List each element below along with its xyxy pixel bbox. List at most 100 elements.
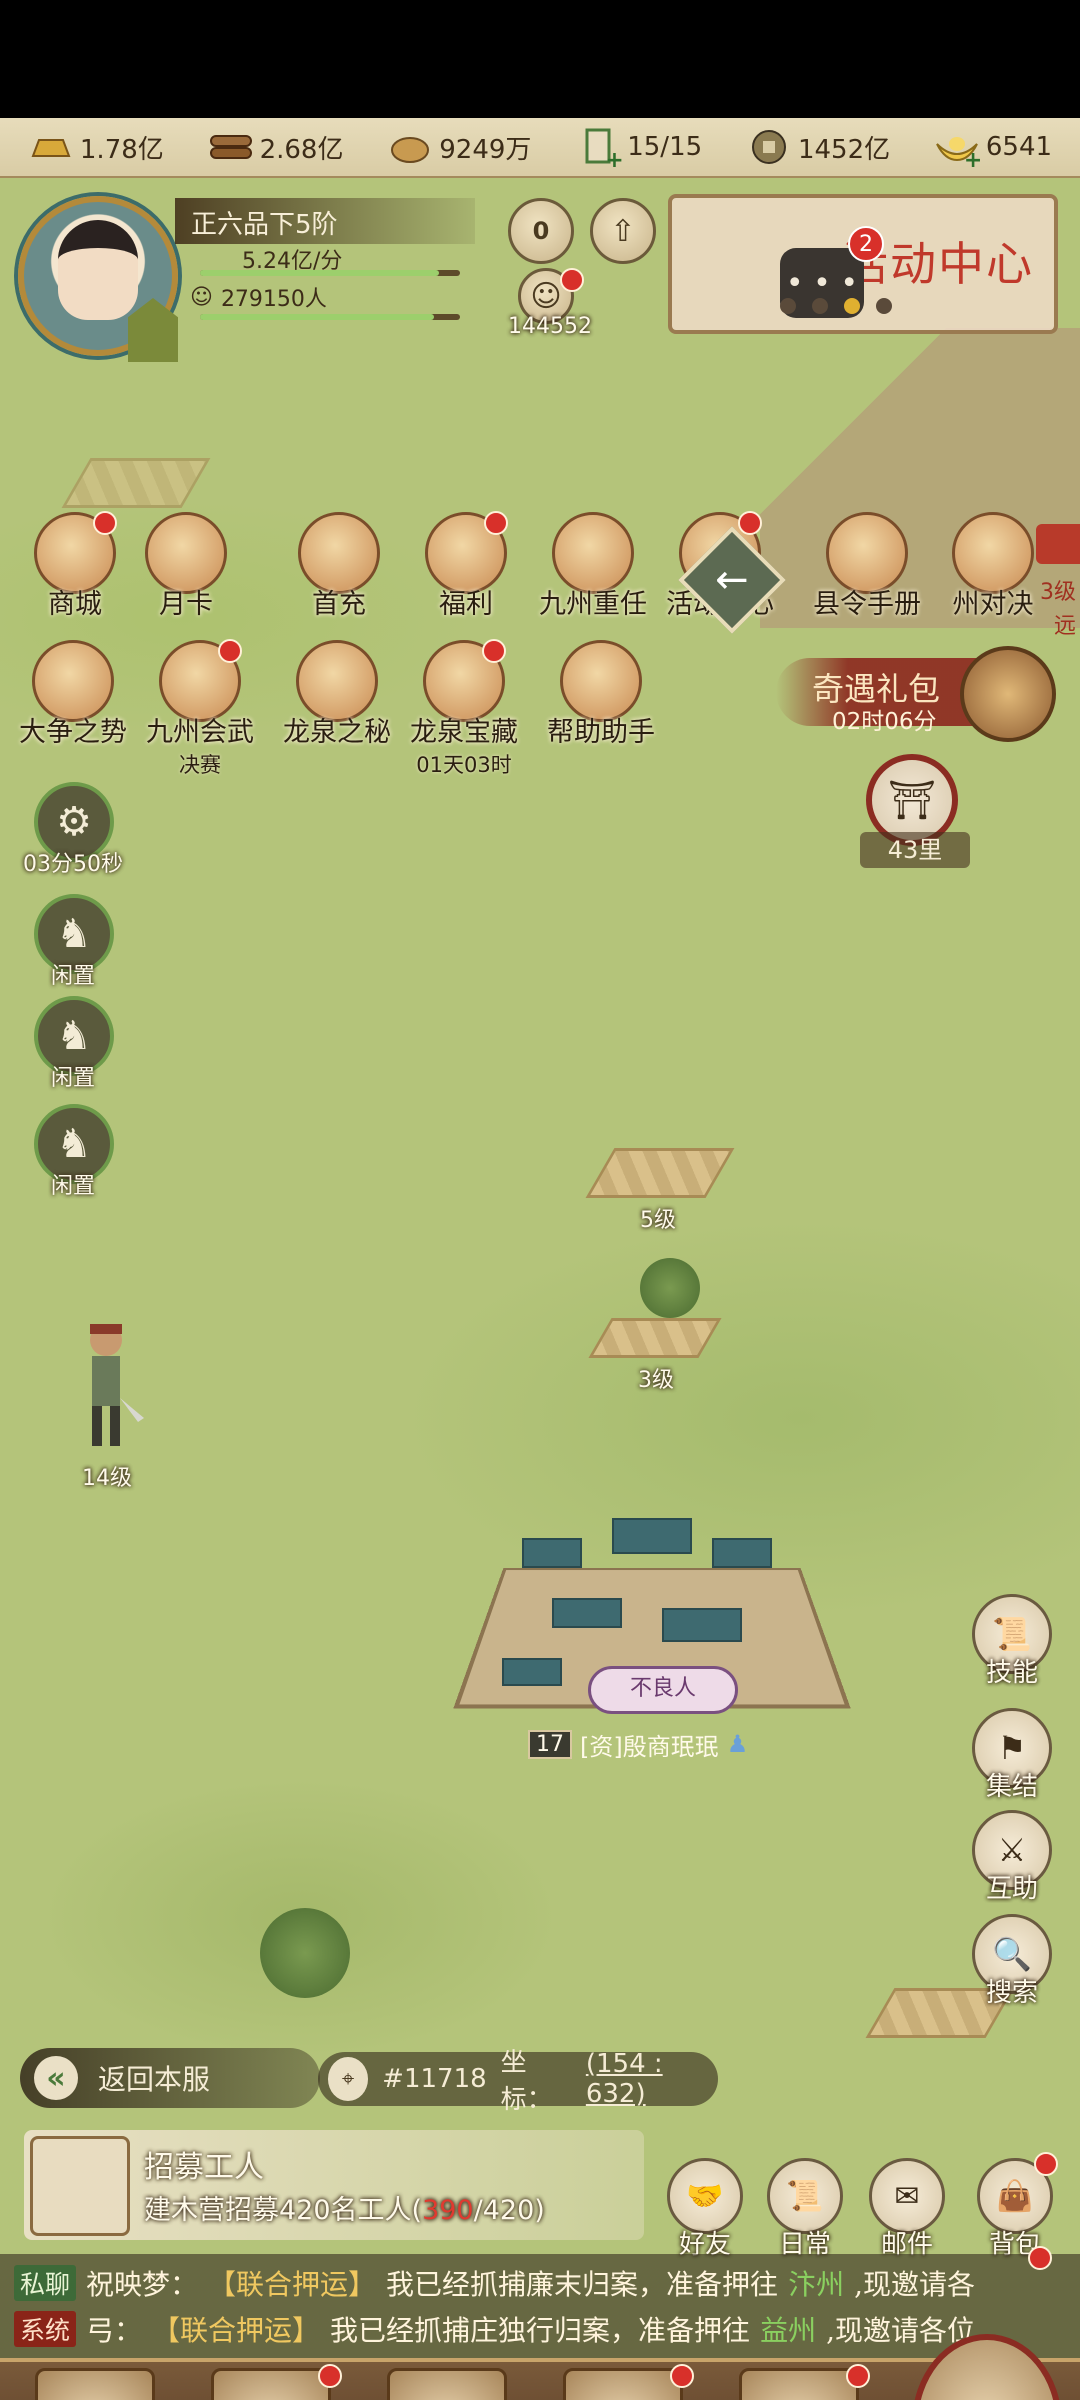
- return-server-button[interactable]: « 返回本服: [20, 2048, 320, 2108]
- banner-pager: [780, 298, 892, 314]
- menu-item[interactable]: 县令手册: [812, 512, 922, 621]
- notification-dot: [670, 2364, 694, 2388]
- notification-dot: [560, 268, 584, 292]
- resource-gold[interactable]: 1.78亿: [28, 127, 164, 167]
- menu-item[interactable]: 首充: [284, 512, 394, 621]
- menu-label: 县令手册: [813, 589, 921, 620]
- nav-item[interactable]: 县邑: [20, 2368, 170, 2400]
- token-counter-icon[interactable]: 0: [508, 198, 574, 264]
- mail-button[interactable]: ✉ 邮件: [862, 2158, 952, 2261]
- friends-button[interactable]: 🤝 好友: [660, 2158, 750, 2261]
- side-level: 3级: [1040, 580, 1076, 605]
- menu-item[interactable]: 福利: [411, 511, 521, 621]
- menu-label: 首充: [312, 589, 366, 620]
- resource-yuanbao[interactable]: + 6541: [934, 127, 1053, 173]
- grain-bag-icon: [387, 127, 433, 167]
- tree: [640, 1258, 700, 1318]
- resource-copper[interactable]: 1452亿: [746, 127, 890, 167]
- resource-token[interactable]: + 15/15: [575, 127, 703, 173]
- rate-bar: [200, 270, 460, 276]
- farmland-tile[interactable]: [61, 458, 211, 508]
- notification-dot: [482, 639, 506, 663]
- task-tracker[interactable]: 招募工人 建木营招募420名工人(390/420): [24, 2130, 644, 2240]
- notification-dot: [484, 511, 508, 535]
- chat-channel: 系统: [14, 2311, 77, 2347]
- mail-icon: ✉: [869, 2158, 945, 2234]
- menu-label: 九州重任: [539, 589, 647, 620]
- resource-value: 9249万: [439, 134, 532, 165]
- menu-label: 福利: [439, 589, 493, 620]
- chat-line[interactable]: 系统 弓： 【联合押运】 我已经抓捕庄独行归案，准备押往 益州 ,现邀请各位: [14, 2306, 1066, 2352]
- chat-panel[interactable]: 私聊 祝映梦： 【联合押运】 我已经抓捕廉末归案，准备押往 汴州 ,现邀请各 系统 弓： 【联合…: [0, 2246, 1080, 2358]
- nav-building-icon: [211, 2368, 331, 2400]
- queue-status: 闲置: [50, 964, 95, 989]
- farmland-tile[interactable]: [588, 1318, 722, 1358]
- population-text: 279150人: [220, 287, 327, 312]
- nav-item[interactable]: 僚属: [196, 2364, 346, 2400]
- chat-line[interactable]: 私聊 祝映梦： 【联合押运】 我已经抓捕廉末归案，准备押往 汴州 ,现邀请各: [14, 2260, 1066, 2306]
- menu-item[interactable]: 九州重任: [538, 512, 648, 621]
- gift-pack-icon[interactable]: [960, 646, 1056, 742]
- city-name: [资]殷商珉珉: [580, 1732, 719, 1761]
- queue-status: 03分50秒: [23, 852, 123, 877]
- nav-item[interactable]: 城郊: [724, 2364, 874, 2400]
- portrait: [58, 220, 138, 320]
- side-tail: 远: [1053, 614, 1076, 639]
- menu-label: 九州会武: [146, 717, 254, 748]
- resource-value: 15/15: [627, 132, 703, 162]
- side-event-icon[interactable]: [1036, 524, 1080, 564]
- upgrade-coin-icon[interactable]: ⇧: [590, 198, 656, 264]
- notification-dot: [318, 2364, 342, 2388]
- nav-item[interactable]: 州: [548, 2364, 698, 2400]
- resource-wood[interactable]: 2.68亿: [208, 127, 344, 167]
- player-avatar[interactable]: [10, 188, 200, 368]
- follower-count: 144552: [508, 314, 592, 339]
- farmland-tile[interactable]: [585, 1148, 735, 1198]
- resource-value: 1.78亿: [79, 134, 164, 165]
- notification-dot: [218, 639, 242, 663]
- city-name-tag[interactable]: 17 [资]殷商珉珉 ♟: [528, 1724, 888, 1764]
- plus-icon[interactable]: +: [964, 148, 982, 173]
- nav-item[interactable]: 政务: [372, 2368, 522, 2400]
- menu-item[interactable]: 大争之势: [18, 640, 128, 749]
- resource-bar: 1.78亿 2.68亿 9249万 + 15/15 1452亿 + 6541: [0, 118, 1080, 178]
- player-rank: 正六品下5阶: [175, 198, 475, 244]
- gift-timer: 02时06分: [832, 709, 937, 735]
- chat-bracket: 【联合押运】: [208, 2268, 377, 2301]
- task-scroll-icon: [30, 2136, 130, 2236]
- resource-value: 6541: [985, 132, 1053, 162]
- double-chevron-left-icon: «: [34, 2056, 78, 2100]
- menu-label: 商城: [48, 589, 102, 620]
- notification-dot: [1028, 2246, 1052, 2270]
- task-title: 招募工人: [144, 2150, 264, 2185]
- menu-item[interactable]: 九州会武 决赛: [145, 639, 255, 779]
- daily-button[interactable]: 📜 日常: [760, 2158, 850, 2261]
- menu-item[interactable]: 帮助助手: [546, 640, 656, 749]
- coordinate-bar[interactable]: ⌖ #11718 坐标： (154 : 632): [318, 2048, 718, 2115]
- menu-label: 大争之势: [19, 717, 127, 748]
- menu-item[interactable]: 月卡: [131, 512, 241, 621]
- menu-item[interactable]: 州对决: [938, 512, 1048, 621]
- city-seal: 不良人: [588, 1666, 738, 1714]
- backpack-button[interactable]: 👜 背包: [970, 2152, 1060, 2261]
- nav-item-expedition[interactable]: 九州远征: [910, 2368, 1060, 2400]
- menu-item[interactable]: 龙泉宝藏 01天03时: [409, 639, 519, 779]
- menu-item[interactable]: 龙泉之秘: [282, 640, 392, 749]
- resource-value: 2.68亿: [259, 134, 344, 165]
- coord-value: (154 : 632): [585, 2049, 663, 2109]
- resource-grain[interactable]: 9249万: [387, 127, 531, 167]
- plus-icon[interactable]: +: [605, 148, 623, 173]
- bandit-npc[interactable]: [66, 1318, 146, 1458]
- counter-value: 0: [532, 217, 550, 245]
- chat-channel: 私聊: [14, 2265, 77, 2301]
- resource-value: 1452亿: [797, 134, 891, 165]
- city-level: 17: [528, 1729, 572, 1759]
- chat-text: 我已经抓捕廉末归案，准备押往: [386, 2268, 779, 2301]
- chat-place: 汴州: [788, 2268, 845, 2301]
- location-pin-icon: ⌖: [328, 2057, 369, 2101]
- notification-dot: [738, 511, 762, 535]
- menu-label: 龙泉宝藏: [410, 717, 518, 748]
- queue-status: 闲置: [50, 1066, 95, 1091]
- chat-badge: 2: [848, 226, 884, 262]
- menu-item[interactable]: 商城: [20, 511, 130, 621]
